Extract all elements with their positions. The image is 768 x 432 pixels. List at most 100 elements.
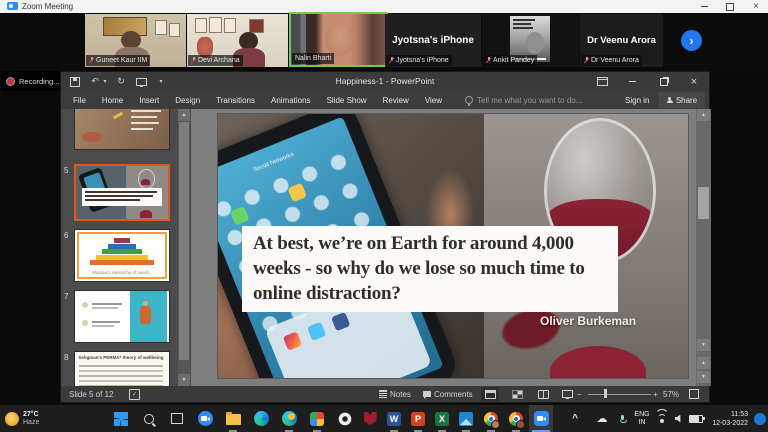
ring-app-button[interactable] [333,405,357,432]
weather-widget[interactable]: 27°CHaze [5,405,39,432]
next-participants-button[interactable]: › [681,30,702,51]
participant-tile[interactable]: Jyotsna's iPhone Jyotsna's iPhone [385,14,481,67]
slide-7-thumbnail[interactable] [74,290,170,343]
participant-tile[interactable]: Dr Veenu Arora Dr Veenu Arora [580,14,663,67]
edge-browser-button[interactable] [249,405,273,432]
edge-notification-icon [282,411,297,426]
down-arrow-icon: ▼ [701,342,706,348]
scroll-up-button[interactable]: ▲ [697,109,710,121]
slide-5-thumbnail-selected[interactable] [74,164,170,221]
zoom-percentage[interactable]: 57% [663,386,679,402]
ring-app-icon [338,412,352,426]
undo-dropdown[interactable]: ▾ [101,75,109,88]
minimize-icon [701,6,708,7]
zoom-chat-taskbar-button[interactable] [193,405,217,432]
scrollbar-thumb[interactable] [698,187,709,219]
redo-button[interactable]: ↻ [113,75,129,88]
ppt-restore-button[interactable] [651,72,677,91]
tab-transitions[interactable]: Transitions [208,96,263,105]
slide-area-scrollbar[interactable]: ▲ ▼ ▲ ▼ [696,109,711,386]
tab-insert[interactable]: Insert [131,96,167,105]
participant-tile[interactable]: Devi Archana [187,14,288,67]
show-hidden-icons-button[interactable]: ^ [563,405,587,432]
minimize-button[interactable] [692,0,716,13]
antivirus-app-button[interactable] [358,405,382,432]
participant-face [325,22,355,56]
search-button[interactable] [137,405,161,432]
ppt-titlebar[interactable]: Happiness-1 - PowerPoint ↶ ▾ ↻ ▾ × [61,72,709,91]
participant-tile[interactable]: Guneet Kaur IIM [85,14,186,67]
chrome-button[interactable] [479,405,503,432]
tab-design[interactable]: Design [167,96,208,105]
comments-button[interactable]: Comments [423,386,473,402]
sign-in-link[interactable]: Sign in [625,91,649,109]
start-slideshow-button[interactable] [133,75,149,88]
maximize-button[interactable] [718,0,742,13]
participant-tile-active-speaker[interactable]: Nalin Bharti [289,12,388,67]
battery-icon [689,415,703,423]
scroll-down-button[interactable]: ▼ [178,374,190,386]
tab-animations[interactable]: Animations [263,96,319,105]
start-button[interactable] [109,405,133,432]
tell-me-box[interactable]: Tell me what you want to do... [465,91,582,109]
profile-avatar [491,420,500,429]
notes-button[interactable]: Notes [379,386,411,402]
participant-name-label: Guneet Kaur IIM [86,55,150,66]
excel-button[interactable]: X [430,405,454,432]
ppt-close-button[interactable]: × [681,72,707,91]
tab-home[interactable]: Home [94,96,131,105]
photos-button[interactable] [454,405,478,432]
reading-view-button[interactable] [534,387,552,401]
action-center-button[interactable] [748,405,768,432]
slide-4-thumbnail[interactable] [74,109,170,150]
share-button[interactable]: Share [659,92,705,108]
powerpoint-button[interactable]: P [406,405,430,432]
slide-6-thumbnail[interactable]: Maslow's Hierarchy of needs [74,229,170,282]
slide-8-thumbnail[interactable]: Seligman's PERMA* theory of wellbeing [74,351,170,386]
scroll-down-button[interactable]: ▼ [697,339,710,351]
thumbnail-scrollbar[interactable]: ▲ ▼ [178,109,190,386]
tab-slideshow[interactable]: Slide Show [319,96,375,105]
video-strip: Guneet Kaur IIM Devi Archana Nalin Bhart… [0,13,768,68]
zoom-app-button-active[interactable] [529,405,553,432]
tab-file[interactable]: File [65,96,94,105]
zoom-slider-track[interactable] [588,394,651,395]
task-view-button[interactable] [165,405,189,432]
scroll-up-button[interactable]: ▲ [178,109,190,121]
time: 11:53 [731,410,748,419]
customize-qat-button[interactable]: ▾ [153,75,169,88]
maximize-icon [726,3,734,11]
slideshow-view-button[interactable] [558,387,576,401]
previous-slide-button[interactable]: ▲ [697,357,710,369]
close-button[interactable]: × [744,0,768,13]
slide-thumbnail-panel: 5 6 [61,109,191,386]
recording-indicator[interactable]: Recording... [1,71,63,91]
scrollbar-thumb[interactable] [179,122,189,360]
proofing-button[interactable]: ✓ [129,386,140,402]
ribbon-display-options-button[interactable] [589,72,615,91]
normal-view-button[interactable] [481,387,499,401]
participant-name-label: Devi Archana [188,55,243,66]
chrome-button-2[interactable] [504,405,528,432]
app-grid-button[interactable] [305,405,329,432]
slide-canvas[interactable]: Social Networks [218,114,688,378]
fit-slide-button[interactable] [689,386,699,402]
participant-name-label: Jyotsna's iPhone [386,55,452,66]
edge-browser-button-2[interactable] [277,405,301,432]
task-view-icon [171,413,183,424]
tab-review[interactable]: Review [375,96,417,105]
word-button[interactable]: W [382,405,406,432]
file-explorer-button[interactable] [221,405,245,432]
tab-view[interactable]: View [417,96,450,105]
clock[interactable]: 11:53 12-03-2022 [703,405,748,432]
next-slide-button[interactable]: ▼ [697,371,710,383]
slide-sorter-button[interactable] [508,387,526,401]
zoom-slider-thumb[interactable] [604,389,607,398]
weather-condition: Haze [23,419,39,427]
save-button[interactable] [67,75,83,88]
zoom-in-button[interactable]: + [653,386,658,402]
headline-textbox[interactable]: At best, we’re on Earth for around 4,000… [242,226,618,312]
participant-tile[interactable]: Ankit Pandey [482,14,579,67]
zoom-out-button[interactable]: − [577,386,582,402]
ppt-minimize-button[interactable] [619,72,645,91]
